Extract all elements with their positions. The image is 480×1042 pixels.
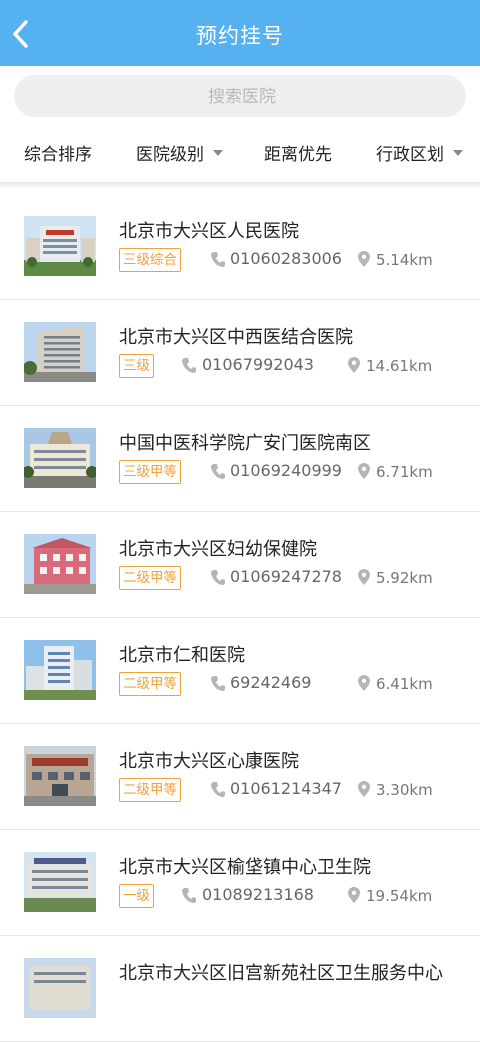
hospital-name: 北京市大兴区心康医院 xyxy=(119,751,299,772)
hospital-distance: 5.14km xyxy=(376,251,433,269)
phone-icon xyxy=(182,358,196,373)
search-box[interactable] xyxy=(14,75,470,119)
hospital-item[interactable]: 北京市大兴区中西医结合医院 三级 01067992043 14.61km xyxy=(0,300,480,406)
phone-icon xyxy=(211,676,225,691)
filter-district-label: 行政区划 xyxy=(376,145,444,165)
level-badge: 二级甲等 xyxy=(119,566,181,590)
hospital-phone: 01061214347 xyxy=(230,779,342,798)
hospital-item[interactable]: 北京市仁和医院 二级甲等 69242469 6.41km xyxy=(0,618,480,724)
hospital-item[interactable]: 中国中医科学院广安门医院南区 三级甲等 01069240999 6.71km xyxy=(0,406,480,512)
filter-bar: 综合排序 医院级别 距离优先 行政区划 xyxy=(0,130,480,180)
level-badge: 三级 xyxy=(119,354,154,378)
level-badge: 一级 xyxy=(119,884,154,908)
hospital-phone: 01089213168 xyxy=(202,885,314,904)
hospital-photo xyxy=(24,216,96,276)
hospital-phone: 01060283006 xyxy=(230,249,342,268)
location-pin-icon xyxy=(358,569,370,585)
hospital-photo xyxy=(24,958,96,1018)
hospital-photo xyxy=(24,322,96,382)
hospital-item[interactable]: 北京市大兴区妇幼保健院 二级甲等 01069247278 5.92km xyxy=(0,512,480,618)
search-input[interactable] xyxy=(14,75,470,119)
hospital-photo xyxy=(24,428,96,488)
filter-district[interactable]: 行政区划 xyxy=(376,130,463,180)
hospital-distance: 3.30km xyxy=(376,781,433,799)
hospital-distance: 6.71km xyxy=(376,463,433,481)
divider xyxy=(0,182,480,192)
hospital-photo xyxy=(24,746,96,806)
hospital-item[interactable]: 北京市大兴区榆垡镇中心卫生院 一级 01089213168 19.54km xyxy=(0,830,480,936)
filter-distance-label: 距离优先 xyxy=(264,145,332,165)
location-pin-icon xyxy=(358,463,370,479)
hospital-distance: 6.41km xyxy=(376,675,433,693)
level-badge: 二级甲等 xyxy=(119,672,181,696)
hospital-photo xyxy=(24,534,96,594)
location-pin-icon xyxy=(358,251,370,267)
hospital-item[interactable]: 北京市大兴区心康医院 二级甲等 01061214347 3.30km xyxy=(0,724,480,830)
location-pin-icon xyxy=(348,887,360,903)
caret-down-icon xyxy=(213,150,223,156)
hospital-item[interactable]: 北京市大兴区旧宫新苑社区卫生服务中心 xyxy=(0,936,480,1042)
phone-icon xyxy=(211,252,225,267)
hospital-name: 北京市大兴区中西医结合医院 xyxy=(119,327,353,348)
location-pin-icon xyxy=(358,781,370,797)
hospital-photo xyxy=(24,640,96,700)
location-pin-icon xyxy=(358,675,370,691)
header-bar: 预约挂号 xyxy=(0,0,480,66)
hospital-distance: 14.61km xyxy=(366,357,433,375)
hospital-distance: 5.92km xyxy=(376,569,433,587)
phone-icon xyxy=(211,570,225,585)
hospital-list: 北京市大兴区人民医院 三级综合 01060283006 5.14km 北京市大兴… xyxy=(0,194,480,1042)
level-badge: 二级甲等 xyxy=(119,778,181,802)
filter-hospital-level-label: 医院级别 xyxy=(136,145,204,165)
filter-distance[interactable]: 距离优先 xyxy=(264,130,332,180)
hospital-phone: 01067992043 xyxy=(202,355,314,374)
phone-icon xyxy=(211,782,225,797)
phone-icon xyxy=(211,464,225,479)
hospital-name: 北京市仁和医院 xyxy=(119,645,245,666)
phone-icon xyxy=(182,888,196,903)
caret-down-icon xyxy=(453,150,463,156)
hospital-phone: 01069247278 xyxy=(230,567,342,586)
hospital-name: 北京市大兴区人民医院 xyxy=(119,221,299,242)
level-badge: 三级甲等 xyxy=(119,460,181,484)
filter-sort-label: 综合排序 xyxy=(24,145,92,165)
filter-hospital-level[interactable]: 医院级别 xyxy=(136,130,223,180)
hospital-phone: 69242469 xyxy=(230,673,312,692)
hospital-name: 北京市大兴区妇幼保健院 xyxy=(119,539,317,560)
hospital-item[interactable]: 北京市大兴区人民医院 三级综合 01060283006 5.14km xyxy=(0,194,480,300)
hospital-name: 北京市大兴区榆垡镇中心卫生院 xyxy=(119,857,371,878)
hospital-distance: 19.54km xyxy=(366,887,433,905)
filter-sort[interactable]: 综合排序 xyxy=(24,130,92,180)
hospital-name: 北京市大兴区旧宫新苑社区卫生服务中心 xyxy=(119,963,443,984)
location-pin-icon xyxy=(348,357,360,373)
hospital-photo xyxy=(24,852,96,912)
page-title: 预约挂号 xyxy=(196,24,284,48)
level-badge: 三级综合 xyxy=(119,248,181,272)
hospital-phone: 01069240999 xyxy=(230,461,342,480)
hospital-name: 中国中医科学院广安门医院南区 xyxy=(119,433,371,454)
